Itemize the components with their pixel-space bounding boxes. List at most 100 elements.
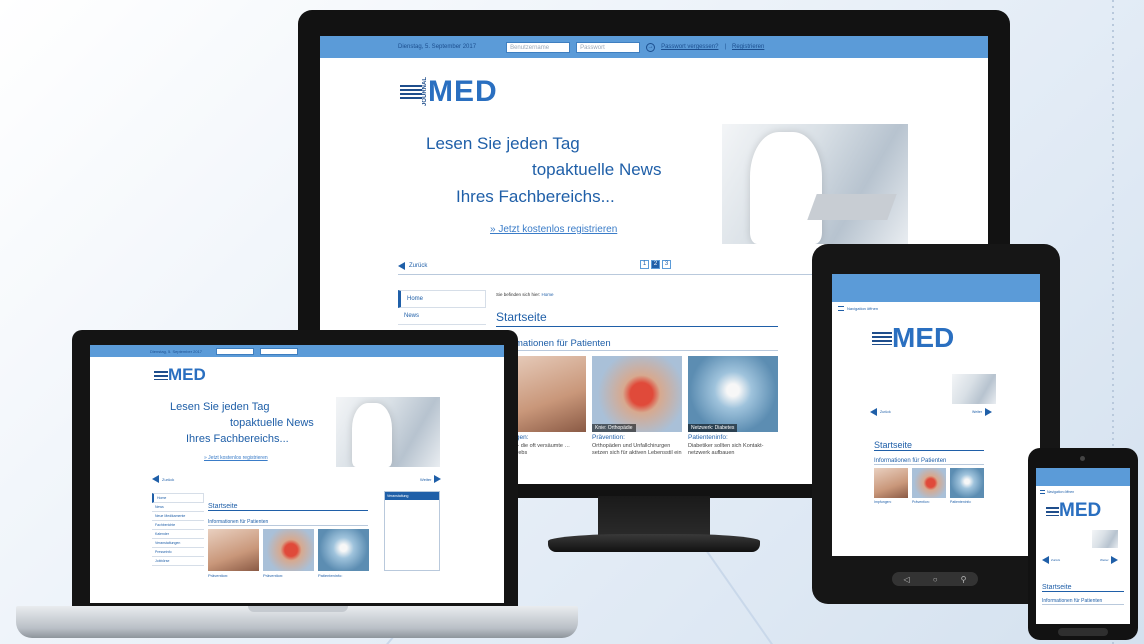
- article-image-netzwerk[interactable]: [318, 529, 369, 571]
- section-title: Informationen für Patienten: [1042, 598, 1124, 605]
- doctor-figure: [750, 132, 822, 244]
- page-title: Startseite: [496, 310, 778, 327]
- monitor-base: [548, 534, 760, 552]
- username-field[interactable]: [216, 347, 255, 355]
- back-link[interactable]: Zurück: [870, 408, 891, 416]
- current-date: Dienstag, 5. September 2017: [398, 44, 477, 50]
- back-label: Zurück: [162, 476, 175, 482]
- top-bar: [832, 274, 1040, 302]
- article-image-impfung[interactable]: [874, 468, 908, 498]
- logo-med-text: MED: [168, 365, 206, 384]
- logo[interactable]: MED: [1046, 500, 1101, 522]
- hero-line-2: topaktuelle News: [230, 417, 314, 429]
- back-label: Zurück: [1051, 558, 1061, 562]
- nav-item[interactable]: Presseinfo: [152, 548, 204, 557]
- section-title: Informationen für Patienten: [208, 519, 368, 526]
- current-date: Dienstag, 5. September 2017: [150, 348, 203, 354]
- forward-link[interactable]: Weiter: [1100, 556, 1118, 564]
- back-label: Zurück: [409, 263, 428, 269]
- logo-mark-icon: [1046, 506, 1059, 516]
- phone-nav-bar[interactable]: [1058, 628, 1108, 636]
- article-title[interactable]: Prävention:: [263, 573, 283, 578]
- top-bar: Dienstag, 5. September 2017: [90, 345, 504, 357]
- nav-item-news[interactable]: News: [398, 308, 486, 325]
- nav-toggle[interactable]: Navigation öffnen: [1040, 490, 1074, 494]
- top-bar: [1036, 468, 1130, 486]
- menu-icon: [838, 306, 844, 311]
- password-field[interactable]: Passwort: [576, 41, 641, 53]
- event-sidebar: Veranstaltung: [384, 491, 440, 571]
- breadcrumb-home-link[interactable]: Home: [542, 292, 554, 297]
- nav-item[interactable]: Neue Medikamente: [152, 512, 204, 521]
- nav-item[interactable]: Home: [152, 493, 204, 503]
- logo[interactable]: MED: [154, 365, 206, 385]
- article-teaser: Diabetiker sollten sich Kontakt-netzwerk…: [688, 443, 764, 456]
- back-link[interactable]: Zurück: [152, 475, 174, 483]
- article-title[interactable]: Patienteninfo:: [318, 573, 342, 578]
- monitor-neck: [598, 496, 710, 538]
- laptop-figure: [807, 194, 897, 220]
- article-image-knie[interactable]: Knie: Orthopädie: [592, 356, 682, 432]
- logo-mark-icon: [872, 331, 892, 345]
- logo[interactable]: JOURNAL MED: [400, 72, 498, 112]
- page-3[interactable]: 3: [662, 260, 671, 269]
- section-title: Informationen für Patienten: [874, 458, 984, 465]
- article-title[interactable]: Patienteninfo:: [688, 434, 728, 441]
- back-button-icon[interactable]: ◁: [904, 575, 910, 584]
- forward-label: Weiter: [972, 410, 983, 414]
- hero-photo-doctor: [722, 124, 908, 244]
- back-arrow-icon: [152, 475, 159, 483]
- article-image-netzwerk[interactable]: [950, 468, 984, 498]
- breadcrumb-prefix: Sie befinden sich hier:: [496, 292, 541, 297]
- forward-label: Weiter: [420, 476, 432, 482]
- laptop-screen: Dienstag, 5. September 2017 MED Lesen Si…: [90, 345, 504, 603]
- slider-pager: 1 2 3: [640, 260, 671, 269]
- forward-link[interactable]: Weiter: [972, 408, 993, 416]
- article-title[interactable]: Patienteninfo:: [950, 500, 971, 504]
- page-1[interactable]: 1: [640, 260, 649, 269]
- phone-camera: [1080, 456, 1085, 461]
- laptop-notch: [248, 606, 348, 612]
- forward-label: Weiter: [1100, 558, 1109, 562]
- search-button-icon[interactable]: ⚲: [961, 575, 967, 584]
- home-button-icon[interactable]: ○: [933, 575, 938, 584]
- page-2[interactable]: 2: [651, 260, 660, 269]
- article-teaser: Orthopäden und Unfallchirurgen setzen si…: [592, 443, 682, 456]
- username-field[interactable]: Benutzername: [506, 41, 571, 53]
- register-link[interactable]: Registrieren: [732, 44, 764, 50]
- hero-line-3: Ihres Fachbereichs...: [186, 433, 289, 445]
- logo-mark-icon: [154, 370, 168, 380]
- register-cta-link[interactable]: » Jetzt kostenlos registrieren: [490, 224, 617, 235]
- login-icon[interactable]: →: [646, 42, 656, 52]
- password-field[interactable]: [260, 347, 299, 355]
- nav-item[interactable]: Veranstaltungen: [152, 539, 204, 548]
- forgot-password-link[interactable]: Passwort vergessen?: [661, 44, 718, 50]
- register-cta-link[interactable]: » Jetzt kostenlos registrieren: [204, 455, 268, 461]
- article-title[interactable]: Prävention:: [592, 434, 625, 441]
- logo[interactable]: MED: [872, 322, 954, 354]
- article-image-impfung[interactable]: [208, 529, 259, 571]
- tablet-home-bar[interactable]: ◁ ○ ⚲: [892, 572, 978, 586]
- forward-link[interactable]: Weiter: [420, 475, 442, 483]
- article-image-knie[interactable]: [912, 468, 946, 498]
- nav-item[interactable]: Fachberichte: [152, 521, 204, 530]
- forward-arrow-icon: [985, 408, 993, 416]
- forward-arrow-icon: [1110, 556, 1118, 564]
- nav-item[interactable]: Kalender: [152, 530, 204, 539]
- article-image-knie[interactable]: [263, 529, 314, 571]
- logo-journal-text: JOURNAL: [422, 77, 428, 107]
- hero-photo-doctor: [1092, 530, 1118, 548]
- back-link[interactable]: Zurück: [1042, 556, 1060, 564]
- nav-item[interactable]: News: [152, 503, 204, 512]
- back-link[interactable]: Zurück: [398, 262, 427, 270]
- article-image-netzwerk[interactable]: Netzwerk: Diabetes: [688, 356, 778, 432]
- article-title[interactable]: Prävention:: [208, 573, 228, 578]
- nav-item[interactable]: Jobbörse: [152, 557, 204, 566]
- article-title[interactable]: Prävention:: [912, 500, 930, 504]
- nav-item-home[interactable]: Home: [398, 290, 486, 308]
- article-title[interactable]: Impfungen:: [874, 500, 892, 504]
- nav-toggle[interactable]: Navigation öffnen: [838, 306, 878, 311]
- page-title: Startseite: [208, 503, 368, 511]
- menu-icon: [1040, 490, 1045, 494]
- hero-line-1: Lesen Sie jeden Tag: [170, 401, 270, 413]
